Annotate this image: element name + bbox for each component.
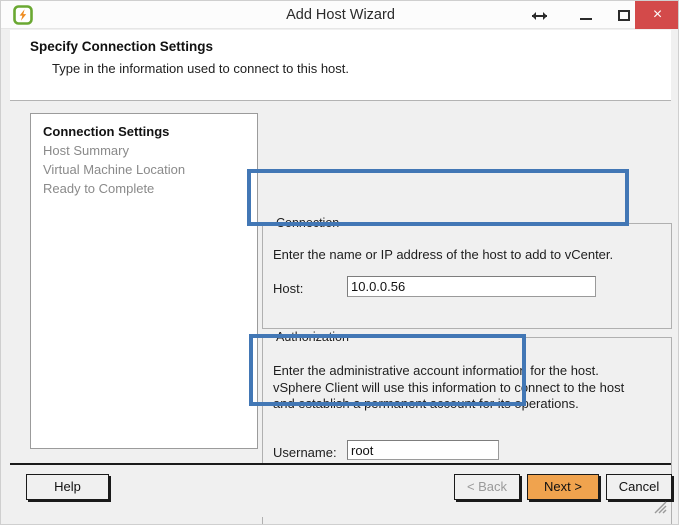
connection-groupbox: Connection Enter the name or IP address … xyxy=(262,216,672,329)
wizard-body: Connection Settings Host Summary Virtual… xyxy=(10,101,672,524)
connection-description: Enter the name or IP address of the host… xyxy=(273,247,614,262)
help-button[interactable]: Help xyxy=(26,474,109,500)
sidebar-item-ready-to-complete[interactable]: Ready to Complete xyxy=(43,181,154,196)
add-host-wizard-window: Add Host Wizard × Specify Connection Set… xyxy=(0,0,679,525)
cancel-button[interactable]: Cancel xyxy=(606,474,672,500)
sidebar-item-connection-settings[interactable]: Connection Settings xyxy=(43,124,169,139)
next-button[interactable]: Next > xyxy=(527,474,599,500)
authorization-legend: Authorization xyxy=(272,330,353,344)
username-label: Username: xyxy=(273,445,337,460)
wizard-footer: Help < Back Next > Cancel xyxy=(10,465,672,517)
sidebar-item-virtual-machine-location[interactable]: Virtual Machine Location xyxy=(43,162,185,177)
close-icon[interactable]: × xyxy=(635,1,678,29)
authorization-description: Enter the administrative account informa… xyxy=(273,363,625,411)
page-subtitle: Type in the information used to connect … xyxy=(52,61,350,76)
sidebar-item-host-summary[interactable]: Host Summary xyxy=(43,143,129,158)
wizard-steps-panel: Connection Settings Host Summary Virtual… xyxy=(30,113,258,449)
wizard-header: Specify Connection Settings Type in the … xyxy=(10,30,671,100)
resize-grip-icon[interactable] xyxy=(653,500,667,514)
close-glyph: × xyxy=(652,6,663,23)
back-button[interactable]: < Back xyxy=(454,474,520,500)
connection-legend: Connection xyxy=(272,216,344,230)
username-input[interactable] xyxy=(347,440,499,460)
title-bar: Add Host Wizard × xyxy=(1,1,678,29)
resize-arrows-icon[interactable] xyxy=(519,1,559,29)
page-title: Specify Connection Settings xyxy=(30,39,214,54)
host-label: Host: xyxy=(273,281,304,296)
host-input[interactable] xyxy=(347,276,596,297)
